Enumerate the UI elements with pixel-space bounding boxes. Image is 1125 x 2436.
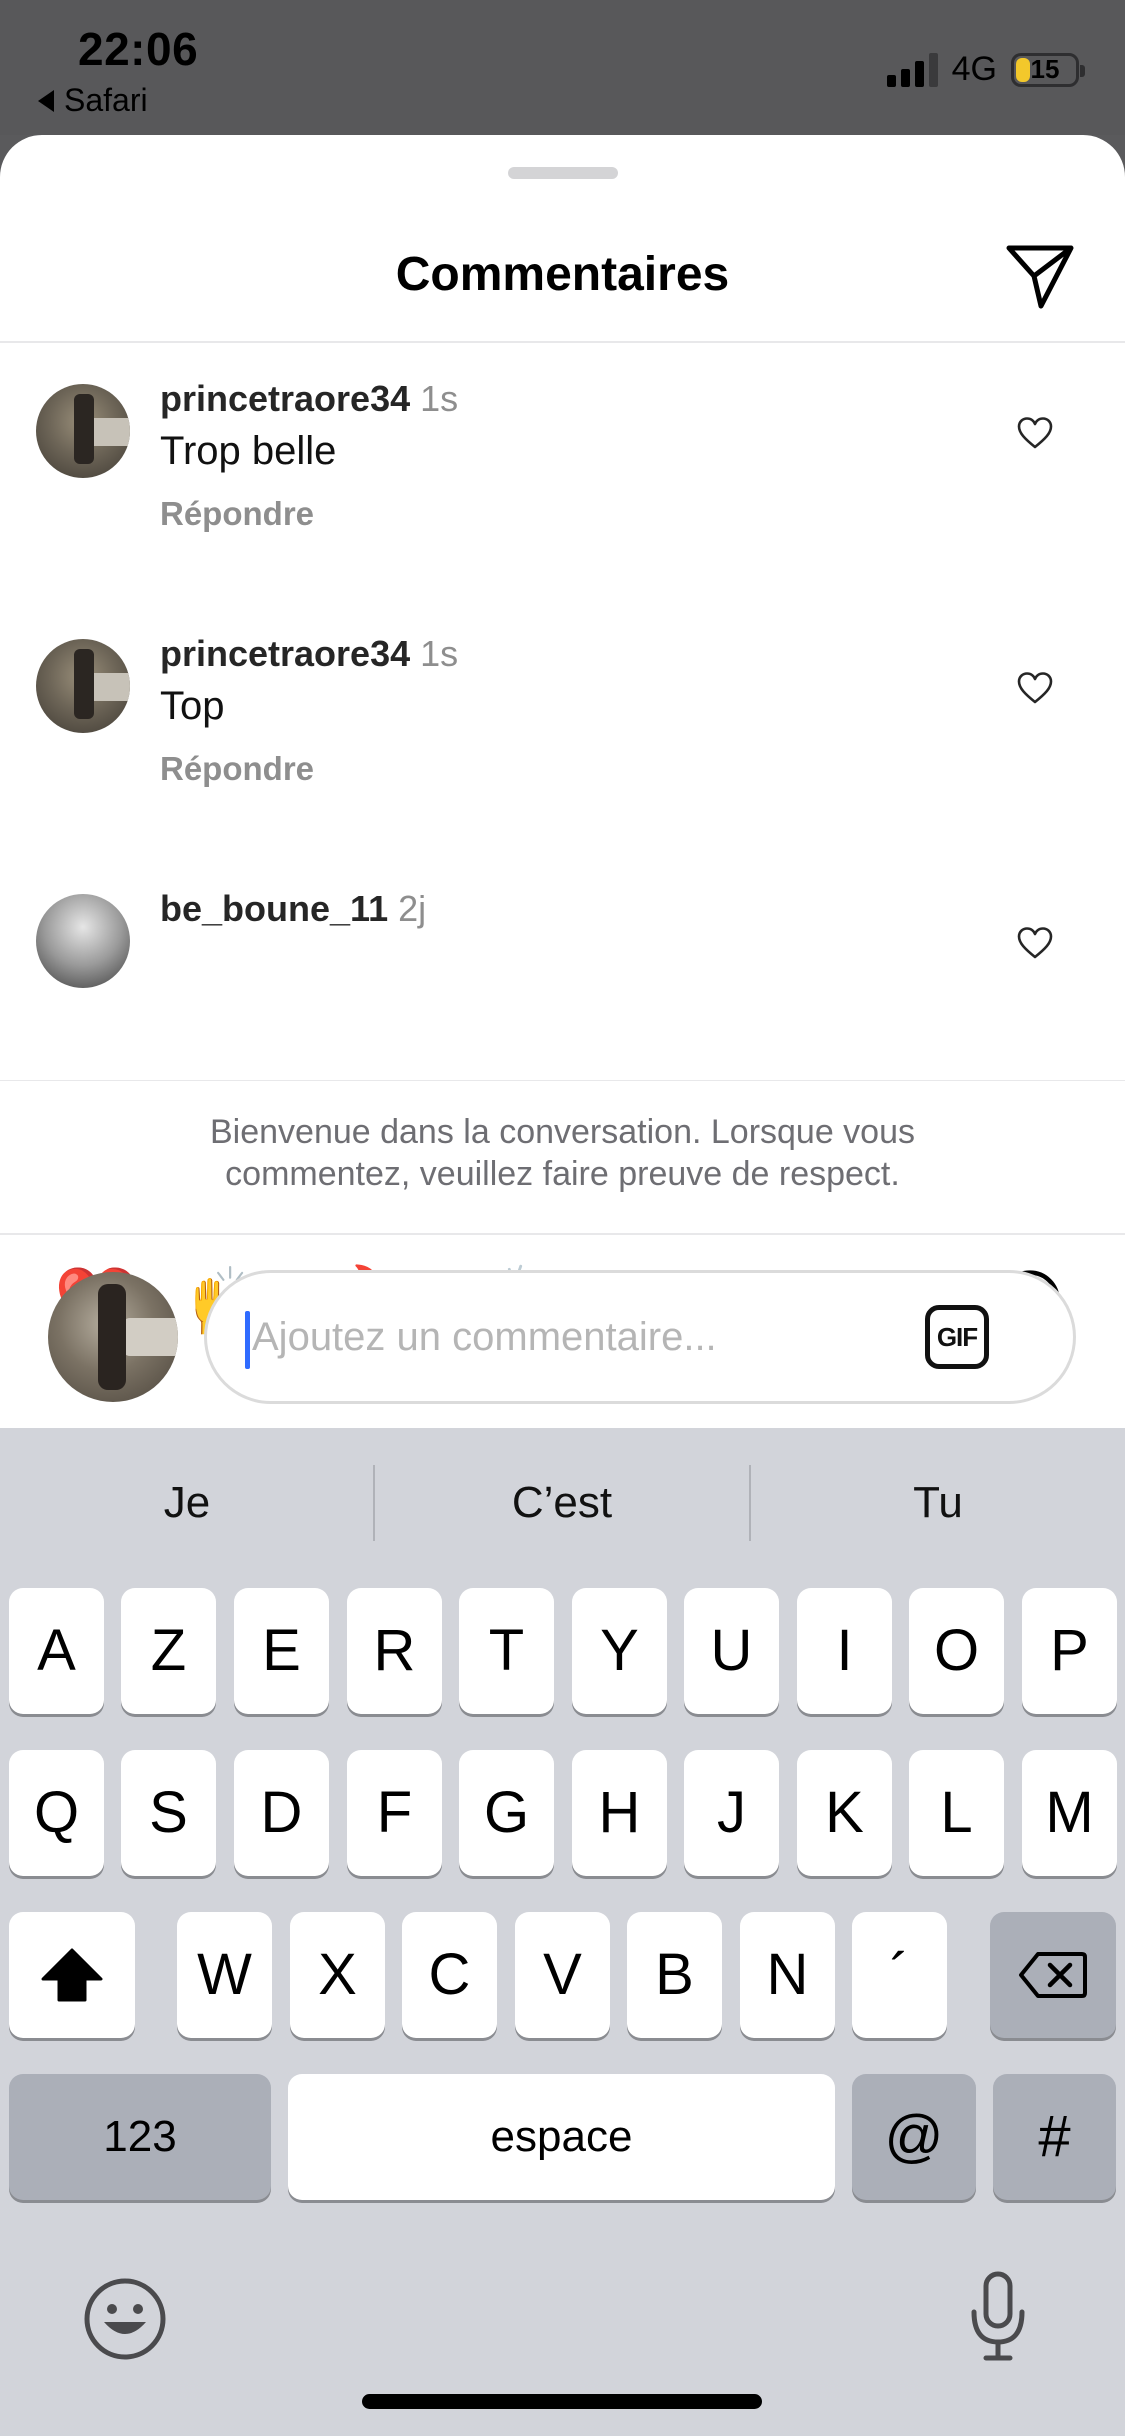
reply-button[interactable]: Répondre [160, 750, 314, 788]
key-u[interactable]: U [684, 1588, 779, 1714]
avatar [48, 1272, 178, 1402]
key-g[interactable]: G [459, 1750, 554, 1876]
comment-item: be_boune_11 2j [0, 853, 1125, 1080]
comments-sheet: Commentaires princetraore34 1s Trop belle… [0, 135, 1125, 1428]
emoji-keyboard-icon[interactable] [82, 2276, 168, 2362]
comment-username-text: be_boune_11 [160, 888, 389, 929]
key-s[interactable]: S [121, 1750, 216, 1876]
comment-item: princetraore34 1s Trop belle Répondre [0, 343, 1125, 583]
key-p[interactable]: P [1022, 1588, 1117, 1714]
key-l[interactable]: L [909, 1750, 1004, 1876]
key-d[interactable]: D [234, 1750, 329, 1876]
comment-composer: Ajoutez un commentaire... GIF [0, 1232, 1125, 1428]
key-v[interactable]: V [515, 1912, 610, 2038]
numbers-key[interactable]: 123 [9, 2074, 271, 2200]
gif-icon[interactable]: GIF [925, 1305, 989, 1369]
key-y[interactable]: Y [572, 1588, 667, 1714]
suggestion-3[interactable]: Tu [751, 1428, 1125, 1578]
backspace-key[interactable] [990, 1912, 1116, 2038]
key-q[interactable]: Q [9, 1750, 104, 1876]
space-key[interactable]: espace [288, 2074, 835, 2200]
heart-icon[interactable] [1016, 416, 1054, 450]
shift-arrow-icon [41, 1948, 103, 2002]
key-h[interactable]: H [572, 1750, 667, 1876]
keyboard: Je C’est Tu A Z E R T Y U I O P Q S D F … [0, 1428, 1125, 2436]
key-f[interactable]: F [347, 1750, 442, 1876]
comment-time: 1s [420, 633, 459, 674]
cellular-signal-icon [886, 52, 938, 87]
comment-item: princetraore34 1s Top Répondre [0, 598, 1125, 838]
key-j[interactable]: J [684, 1750, 779, 1876]
key-z[interactable]: Z [121, 1588, 216, 1714]
welcome-message: Bienvenue dans la conversation. Lorsque … [0, 1081, 1125, 1233]
comment-username-text: princetraore34 [160, 633, 411, 674]
avatar[interactable] [36, 639, 130, 733]
key-x[interactable]: X [290, 1912, 385, 2038]
key-n[interactable]: N [740, 1912, 835, 2038]
avatar[interactable] [36, 894, 130, 988]
key-b[interactable]: B [627, 1912, 722, 2038]
comment-time: 2j [398, 888, 427, 929]
microphone-icon[interactable] [966, 2268, 1030, 2364]
comment-username[interactable]: be_boune_11 2j [160, 888, 426, 930]
key-o[interactable]: O [909, 1588, 1004, 1714]
status-time: 22:06 [78, 23, 199, 75]
comment-time: 1s [420, 378, 459, 419]
status-indicators: 4G 15 [886, 50, 1085, 89]
suggestion-2[interactable]: C’est [375, 1428, 749, 1578]
welcome-line-1: Bienvenue dans la conversation. Lorsque … [209, 1113, 916, 1151]
welcome-line-2: commentez, veuillez faire preuve de resp… [225, 1155, 900, 1193]
comment-input-placeholder: Ajoutez un commentaire... [252, 1315, 717, 1359]
shift-key[interactable] [9, 1912, 135, 2038]
predictive-text-bar: Je C’est Tu [0, 1428, 1125, 1578]
backspace-icon [1019, 1952, 1087, 1998]
reply-button[interactable]: Répondre [160, 495, 314, 533]
suggestion-1[interactable]: Je [0, 1428, 374, 1578]
paper-plane-icon[interactable] [1003, 240, 1077, 314]
battery-level: 15 [1030, 54, 1060, 84]
comments-list[interactable]: princetraore34 1s Trop belle Répondre pri… [0, 343, 1125, 1080]
network-type: 4G [951, 50, 997, 88]
key-k[interactable]: K [797, 1750, 892, 1876]
key-e[interactable]: E [234, 1588, 329, 1714]
battery-icon: 15 [1011, 52, 1085, 87]
key-acute-accent[interactable]: ´ [852, 1912, 947, 2038]
comment-username[interactable]: princetraore34 1s [160, 378, 458, 420]
comment-text: Top [160, 684, 225, 728]
hash-key[interactable]: # [993, 2074, 1116, 2200]
key-t[interactable]: T [459, 1588, 554, 1714]
key-r[interactable]: R [347, 1588, 442, 1714]
back-to-safari-link[interactable]: Safari [38, 82, 148, 119]
comment-username[interactable]: princetraore34 1s [160, 633, 458, 675]
home-indicator[interactable] [362, 2394, 762, 2409]
key-i[interactable]: I [797, 1588, 892, 1714]
key-w[interactable]: W [177, 1912, 272, 2038]
comment-username-text: princetraore34 [160, 378, 411, 419]
back-app-label: Safari [64, 82, 148, 118]
comment-text: Trop belle [160, 429, 337, 473]
sheet-grabber[interactable] [508, 167, 618, 179]
heart-icon[interactable] [1016, 926, 1054, 960]
key-c[interactable]: C [402, 1912, 497, 2038]
key-a[interactable]: A [9, 1588, 104, 1714]
status-bar: 22:06 Safari 4G 15 [0, 0, 1125, 135]
heart-icon[interactable] [1016, 671, 1054, 705]
text-caret [245, 1311, 250, 1369]
comment-input[interactable]: Ajoutez un commentaire... GIF [204, 1270, 1076, 1404]
at-key[interactable]: @ [852, 2074, 976, 2200]
back-arrow-icon [38, 89, 54, 112]
sheet-title: Commentaires [395, 248, 730, 301]
key-m[interactable]: M [1022, 1750, 1117, 1876]
avatar[interactable] [36, 384, 130, 478]
